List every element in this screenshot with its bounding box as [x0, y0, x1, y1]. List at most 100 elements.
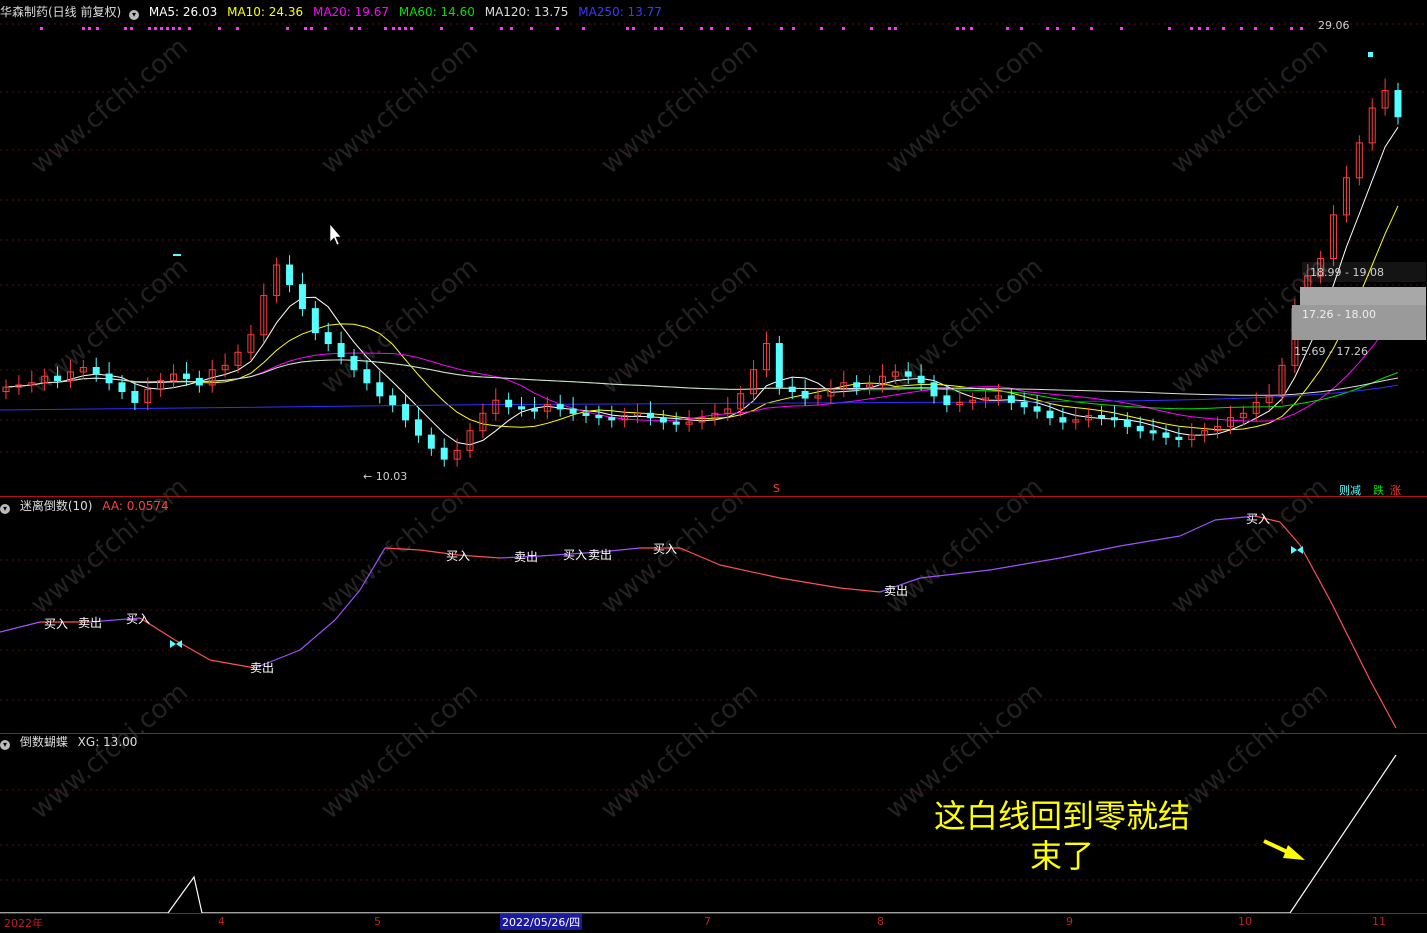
signal-dot-55 — [1056, 27, 1059, 30]
candle-body-15 — [195, 377, 203, 386]
candle-body-34 — [440, 447, 448, 460]
candle-body-72 — [930, 382, 938, 397]
signal-dot-68 — [1300, 27, 1303, 30]
axis-month-11: 11 — [1372, 915, 1386, 928]
kline-chart-window[interactable]: www.cfchi.com www.cfchi.com www.cfchi.com w… — [0, 0, 1427, 930]
price-zone-2-top — [1300, 287, 1426, 305]
watermark-text-14: www.cfchi.com — [1165, 472, 1334, 620]
axis-cursor-date[interactable]: 2022/05/26/四 — [500, 914, 583, 930]
signal-label-5: 卖出 — [514, 550, 539, 564]
signal-dot-21 — [384, 27, 387, 30]
candle-body-28 — [363, 369, 371, 384]
indicator2-title[interactable]: 倒数蝴蝶 — [20, 735, 68, 749]
signal-dot-1 — [82, 27, 85, 30]
candle-body-22 — [286, 264, 294, 286]
candle-body-90 — [1162, 432, 1170, 438]
indicator1-title[interactable]: 迷离倒数(10) — [20, 499, 93, 513]
settings-circle-icon[interactable]: ▾ — [129, 10, 140, 20]
signal-dot-2 — [88, 27, 91, 30]
signal-dot-16 — [304, 27, 307, 30]
watermark-text-12: www.cfchi.com — [595, 472, 764, 620]
candle-body-10 — [131, 391, 139, 403]
signal-dot-53 — [1020, 27, 1023, 30]
signal-dot-52 — [1006, 27, 1009, 30]
candle-body-78 — [1007, 395, 1015, 403]
candle-body-14 — [182, 373, 190, 379]
candle-body-33 — [427, 434, 435, 449]
ma60-label: MA60: 14.60 — [398, 5, 475, 19]
signal-dot-10 — [172, 27, 175, 30]
signal-dot-11 — [178, 27, 181, 30]
candle-body-25 — [324, 332, 332, 345]
signal-dot-37 — [680, 27, 683, 30]
signal-dot-49 — [956, 27, 959, 30]
signal-label-2: 买入 — [126, 612, 151, 626]
signal-dot-43 — [792, 27, 795, 30]
signal-dot-48 — [894, 27, 897, 30]
ind1-seg-26 — [1119, 535, 1181, 547]
signal-dot-7 — [154, 27, 157, 30]
candle-body-87 — [1123, 419, 1131, 427]
ind1-seg-8 — [299, 619, 336, 651]
signal-dot-24 — [404, 27, 407, 30]
candle-body-85 — [1098, 414, 1106, 419]
indicator2-settings-icon[interactable]: ▾ — [0, 740, 10, 750]
signal-dot-34 — [632, 27, 635, 30]
signal-dot-41 — [748, 27, 751, 30]
candle-body-31 — [402, 404, 410, 421]
mouse-cursor-icon — [329, 223, 342, 246]
watermark-text-3: www.cfchi.com — [880, 32, 1049, 180]
top-marker-right — [1368, 52, 1373, 57]
signal-dot-57 — [1090, 27, 1093, 30]
annotation-line-1: 这白线回到零就结 — [933, 797, 1190, 835]
signal-dot-65 — [1254, 27, 1257, 30]
signal-dot-66 — [1270, 27, 1273, 30]
indicator1-settings-icon[interactable]: ▾ — [0, 504, 10, 514]
signal-dot-46 — [870, 27, 873, 30]
watermark-text-7: www.cfchi.com — [595, 252, 764, 400]
signal-dot-14 — [236, 27, 239, 30]
price-zone-3-label: 15.69 - 17.26 — [1294, 345, 1368, 358]
candle-body-43 — [556, 404, 564, 410]
candle-body-82 — [1059, 417, 1067, 423]
signal-dot-61 — [1198, 27, 1201, 30]
candle-body-51 — [659, 417, 667, 423]
separator-2 — [0, 733, 1427, 734]
chart-canvas[interactable]: www.cfchi.com www.cfchi.com www.cfchi.com w… — [0, 0, 1427, 929]
candle-body-91 — [1175, 436, 1183, 440]
candle-body-79 — [1020, 401, 1028, 408]
signal-label-7: 卖出 — [588, 548, 613, 562]
signal-dot-0 — [40, 27, 43, 30]
candle-body-45 — [582, 412, 590, 416]
signal-dot-39 — [710, 27, 713, 30]
signal-dot-29 — [510, 27, 513, 30]
candle-body-4 — [54, 375, 62, 382]
axis-month-9: 9 — [1066, 915, 1073, 928]
ind1-seg-6 — [209, 659, 256, 669]
stock-title[interactable]: 华森制药(日线 前复权) — [0, 5, 121, 19]
ma5-label: MA5: 26.03 — [148, 5, 218, 19]
candle-body-40 — [518, 406, 526, 410]
candle-body-80 — [1033, 406, 1041, 412]
candle-body-30 — [389, 395, 397, 406]
signal-dot-18 — [324, 27, 327, 30]
candle-body-39 — [505, 399, 513, 408]
candle-body-61 — [788, 386, 796, 393]
ind1-seg-33 — [1369, 679, 1397, 729]
candle-body-81 — [1046, 410, 1054, 419]
ind1-seg-20 — [779, 577, 841, 589]
signal-dot-51 — [970, 27, 973, 30]
watermark-text-10: www.cfchi.com — [25, 472, 194, 620]
signal-dot-40 — [726, 27, 729, 30]
ind1-seg-24 — [989, 557, 1061, 571]
signal-dot-59 — [1168, 27, 1171, 30]
signal-label-9: 卖出 — [884, 584, 909, 598]
ind1-seg-32 — [1329, 599, 1371, 681]
candle-body-86 — [1110, 417, 1118, 421]
signal-dot-26 — [440, 27, 443, 30]
signal-dot-30 — [530, 27, 533, 30]
watermark-text-15: www.cfchi.com — [25, 677, 194, 825]
watermark-text-6: www.cfchi.com — [315, 252, 484, 400]
ind1-seg-21 — [839, 587, 881, 593]
watermark-text-16: www.cfchi.com — [315, 677, 484, 825]
